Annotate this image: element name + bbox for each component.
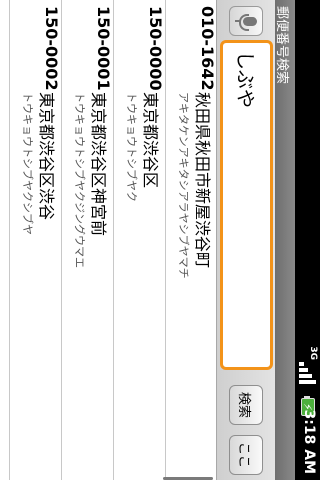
list-item[interactable]: 010-1642 秋田県秋田市新屋渋谷町 アキタケンアキタシアラヤシブヤマチ [163, 0, 217, 480]
app-title-bar: 郵便番号検索 [274, 0, 295, 480]
postal-code: 150-0000 [146, 6, 165, 91]
address: 秋田県秋田市新屋渋谷町 [193, 92, 212, 269]
voice-search-button[interactable] [229, 6, 263, 36]
search-input[interactable] [220, 40, 273, 370]
app-screen: 3G ⚡ 3:18 AM 郵便番号検索 検索 ここ 010-1642 秋田県秋田… [0, 0, 320, 480]
address: 東京都渋谷区神宮前 [89, 92, 108, 237]
search-button[interactable]: 検索 [229, 385, 263, 425]
address: 東京都渋谷区渋谷 [37, 92, 56, 221]
status-bar: 3G ⚡ 3:18 AM [295, 0, 320, 480]
list-item[interactable]: 150-0000 東京都渋谷区 トウキョウトシブヤク [113, 0, 165, 480]
list-item[interactable]: 150-0002 東京都渋谷区渋谷 トウキョウトシブヤクシブヤ [9, 0, 61, 480]
address-kana: トウキョウトシブヤクシブヤ [21, 92, 34, 235]
here-button[interactable]: ここ [229, 435, 263, 475]
signal-icon [299, 362, 316, 388]
address-kana: トウキョウトシブヤクジングウマエ [73, 92, 86, 268]
postal-code: 010-1642 [198, 6, 217, 91]
results-list: 010-1642 秋田県秋田市新屋渋谷町 アキタケンアキタシアラヤシブヤマチ 1… [0, 0, 217, 480]
app-title: 郵便番号検索 [274, 6, 289, 85]
postal-code: 150-0002 [42, 6, 61, 91]
address-kana: トウキョウトシブヤク [125, 92, 138, 202]
address: 東京都渋谷区 [141, 92, 160, 189]
network-type: 3G [308, 346, 318, 360]
postal-code: 150-0001 [94, 6, 113, 91]
list-item[interactable]: 150-0001 東京都渋谷区神宮前 トウキョウトシブヤクジングウマエ [61, 0, 113, 480]
status-time: 3:18 AM [301, 409, 317, 474]
address-kana: アキタケンアキタシアラヤシブヤマチ [177, 92, 190, 279]
search-bar: 検索 ここ [216, 0, 275, 480]
